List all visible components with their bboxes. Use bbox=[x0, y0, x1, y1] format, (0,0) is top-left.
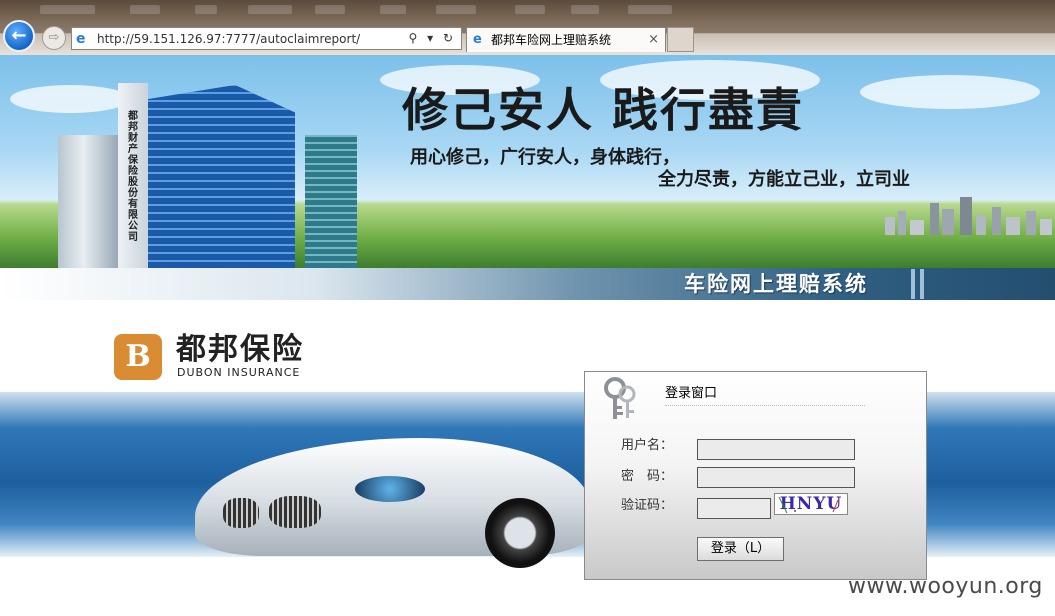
car-wheel bbox=[485, 498, 555, 568]
menubar-ghost-item bbox=[628, 5, 672, 14]
menubar-ghost-item bbox=[515, 5, 545, 14]
tab-title: 都邦车险网上理赔系统 bbox=[491, 33, 612, 47]
menubar-ghost-item bbox=[315, 5, 345, 14]
address-tools-icons[interactable]: ⚲ ▾ ↻ bbox=[409, 30, 457, 47]
main-area: B 都邦保险 DUBON INSURANCE 登录窗口 用户名： 密 码： 验证… bbox=[0, 300, 1055, 616]
password-label: 密 码： bbox=[621, 469, 674, 484]
browser-tab[interactable]: e 都邦车险网上理赔系统 × bbox=[466, 27, 666, 52]
car-grille bbox=[223, 498, 259, 528]
banner-slogan-line2: 全力尽责，方能立己业，立司业 bbox=[658, 169, 910, 190]
menubar-ghost-item bbox=[248, 5, 292, 14]
cloud-shape bbox=[10, 85, 130, 113]
captcha-label: 验证码： bbox=[621, 498, 674, 513]
menubar-ghost-item bbox=[130, 5, 160, 14]
forward-button[interactable]: ⇨ bbox=[42, 26, 66, 50]
building-image bbox=[145, 85, 295, 268]
banner-slogan-line1: 用心修己，广行安人，身体践行， bbox=[410, 147, 680, 168]
building-sign-text: 都邦财产保险股份有限公司 bbox=[128, 111, 138, 243]
menubar-ghost-item bbox=[195, 5, 217, 14]
system-title-bar bbox=[0, 268, 1055, 300]
menubar-ghost-item bbox=[436, 5, 476, 14]
menubar-ghost-item bbox=[380, 5, 406, 14]
city-skyline-image bbox=[885, 197, 1052, 235]
login-panel: 登录窗口 用户名： 密 码： 验证码： HNYU 登录（L） bbox=[584, 371, 927, 580]
divider bbox=[665, 405, 865, 406]
password-input[interactable] bbox=[697, 467, 855, 488]
building-image bbox=[305, 135, 357, 268]
login-button[interactable]: 登录（L） bbox=[697, 537, 784, 561]
browser-chrome: ← ⇨ e http://59.151.126.97:7777/autoclai… bbox=[0, 0, 1055, 55]
new-tab-button[interactable] bbox=[667, 27, 694, 52]
captcha-input[interactable] bbox=[697, 498, 771, 519]
menubar-ghost-item bbox=[571, 5, 599, 14]
back-button[interactable]: ← bbox=[3, 20, 35, 52]
title-bar-divider bbox=[911, 269, 915, 299]
username-input[interactable] bbox=[697, 439, 855, 460]
address-url[interactable]: http://59.151.126.97:7777/autoclaimrepor… bbox=[97, 31, 360, 47]
captcha-noise bbox=[778, 496, 839, 514]
login-title: 登录窗口 bbox=[665, 386, 718, 401]
brand-name-en: DUBON INSURANCE bbox=[177, 366, 301, 379]
close-icon[interactable]: × bbox=[648, 32, 659, 47]
dubon-logo-icon: B bbox=[114, 334, 162, 380]
menubar-ghost-item bbox=[40, 5, 95, 14]
banner-slogan-main: 修己安人 践行盡責 bbox=[402, 83, 805, 137]
keys-icon bbox=[604, 377, 636, 419]
username-label: 用户名： bbox=[621, 438, 674, 453]
title-bar-divider bbox=[920, 269, 924, 299]
forward-arrow-icon: ⇨ bbox=[48, 30, 60, 45]
back-arrow-icon: ← bbox=[11, 25, 27, 46]
system-title: 车险网上理赔系统 bbox=[684, 272, 868, 296]
building-sign: 都邦财产保险股份有限公司 bbox=[118, 83, 148, 268]
captcha-image[interactable]: HNYU bbox=[774, 493, 848, 515]
ie-icon: e bbox=[76, 31, 86, 47]
browser-menubar bbox=[0, 0, 1055, 20]
header-banner: 都邦财产保险股份有限公司 修己安人 践行盡責 用心修己，广行安人，身体践行， 全… bbox=[0, 55, 1055, 268]
cloud-shape bbox=[860, 75, 1040, 109]
brand-name-cn: 都邦保险 bbox=[176, 332, 304, 367]
car-headlamp bbox=[355, 476, 425, 502]
building-image bbox=[58, 135, 122, 268]
car-grille bbox=[269, 496, 321, 528]
tab-ie-icon: e bbox=[473, 32, 482, 47]
watermark-text: www.wooyun.org bbox=[848, 574, 1043, 599]
address-bar[interactable]: e http://59.151.126.97:7777/autoclaimrep… bbox=[71, 27, 462, 50]
